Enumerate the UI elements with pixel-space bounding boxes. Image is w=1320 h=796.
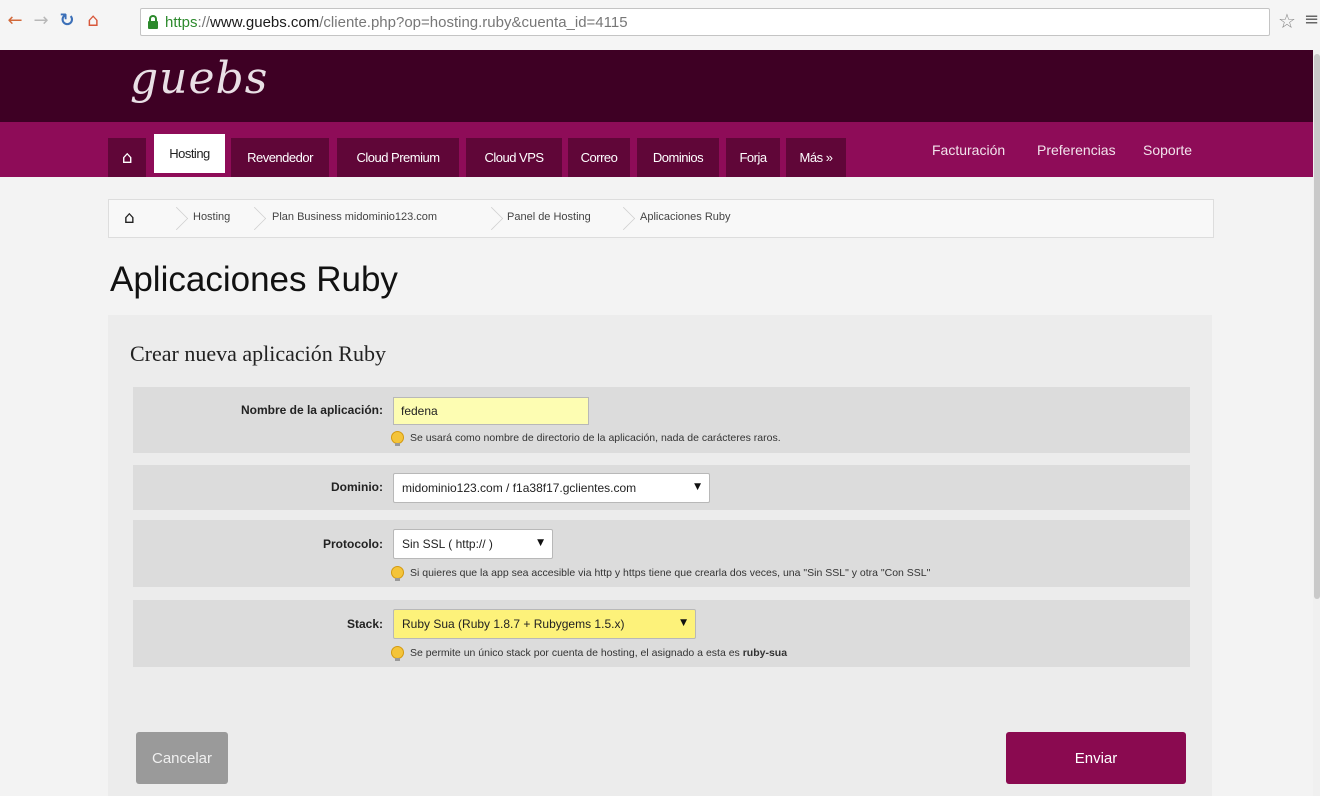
row-app-name: Nombre de la aplicación: fedena Se usará… <box>133 387 1190 453</box>
lightbulb-icon <box>391 646 404 661</box>
nav-soporte[interactable]: Soporte <box>1143 142 1192 158</box>
lightbulb-icon <box>391 566 404 581</box>
row-stack: Stack: Ruby Sua (Ruby 1.8.7 + Rubygems 1… <box>133 600 1190 667</box>
breadcrumb-current: Aplicaciones Ruby <box>640 211 731 223</box>
tab-revendedor[interactable]: Revendedor <box>231 138 329 177</box>
dropdown-arrow-icon: ▼ <box>680 618 687 628</box>
nav-preferencias[interactable]: Preferencias <box>1037 142 1116 158</box>
tab-home[interactable]: ⌂ <box>108 138 146 177</box>
app-name-input[interactable]: fedena <box>393 397 589 425</box>
back-arrow-icon[interactable]: ← <box>4 10 26 32</box>
menu-icon[interactable]: ≡ <box>1304 9 1319 30</box>
stack-hint: Se permite un único stack por cuenta de … <box>391 646 788 661</box>
submit-button[interactable]: Enviar <box>1006 732 1186 784</box>
form-panel: Crear nueva aplicación Ruby Nombre de la… <box>108 315 1212 796</box>
address-bar[interactable]: https://www.guebs.com/cliente.php?op=hos… <box>140 8 1270 36</box>
tab-forja[interactable]: Forja <box>726 138 780 177</box>
protocol-hint: Si quieres que la app sea accesible via … <box>391 566 931 581</box>
breadcrumb-home-icon[interactable]: ⌂ <box>124 208 135 228</box>
url-scheme: https <box>165 13 198 31</box>
home-icon: ⌂ <box>121 147 133 168</box>
dropdown-arrow-icon: ▼ <box>694 482 701 492</box>
bookmark-star-icon[interactable]: ☆ <box>1278 9 1296 33</box>
tab-cloud-premium[interactable]: Cloud Premium <box>337 138 459 177</box>
app-name-hint: Se usará como nombre de directorio de la… <box>391 431 781 446</box>
forward-arrow-icon[interactable]: → <box>30 10 52 32</box>
breadcrumb: ⌂ Hosting Plan Business midominio123.com… <box>108 199 1214 238</box>
home-icon[interactable]: ⌂ <box>82 10 104 32</box>
stack-hint-bold: ruby-sua <box>742 646 788 659</box>
url-host: www.guebs.com <box>210 13 320 31</box>
tab-dominios[interactable]: Dominios <box>637 138 719 177</box>
protocol-label: Protocolo: <box>323 537 383 551</box>
browser-toolbar: ← → ↻ ⌂ https://www.guebs.com/cliente.ph… <box>0 0 1320 50</box>
url-path: /cliente.php?op=hosting.ruby&cuenta_id=4… <box>319 13 628 31</box>
breadcrumb-separator <box>484 200 498 237</box>
breadcrumb-separator <box>247 200 261 237</box>
stack-label: Stack: <box>346 617 383 631</box>
site-header: guebs <box>0 50 1320 122</box>
site-logo[interactable]: guebs <box>130 53 268 104</box>
breadcrumb-hosting[interactable]: Hosting <box>193 211 230 223</box>
url-separator: :// <box>197 13 211 31</box>
stack-select-value: Ruby Sua (Ruby 1.8.7 + Rubygems 1.5.x) <box>402 617 625 631</box>
app-name-label: Nombre de la aplicación: <box>240 403 383 417</box>
domain-select[interactable]: midominio123.com / f1a38f17.gclientes.co… <box>393 473 710 503</box>
page-title: Aplicaciones Ruby <box>110 260 398 299</box>
app-name-hint-text: Se usará como nombre de directorio de la… <box>410 431 781 444</box>
dropdown-arrow-icon: ▼ <box>537 538 544 548</box>
row-domain: Dominio: midominio123.com / f1a38f17.gcl… <box>133 465 1190 510</box>
main-nav: ⌂ Hosting Revendedor Cloud Premium Cloud… <box>0 122 1320 177</box>
protocol-hint-text: Si quieres que la app sea accesible via … <box>410 566 931 579</box>
breadcrumb-panel[interactable]: Panel de Hosting <box>507 211 591 223</box>
stack-select[interactable]: Ruby Sua (Ruby 1.8.7 + Rubygems 1.5.x) ▼ <box>393 609 696 639</box>
lightbulb-icon <box>391 431 404 446</box>
breadcrumb-separator <box>616 200 630 237</box>
row-protocol: Protocolo: Sin SSL ( http:// ) ▼ Si quie… <box>133 520 1190 587</box>
breadcrumb-separator <box>169 200 183 237</box>
cancel-button[interactable]: Cancelar <box>136 732 228 784</box>
stack-hint-text: Se permite un único stack por cuenta de … <box>410 646 740 659</box>
reload-icon[interactable]: ↻ <box>56 10 78 32</box>
nav-facturacion[interactable]: Facturación <box>932 142 1005 158</box>
protocol-select[interactable]: Sin SSL ( http:// ) ▼ <box>393 529 553 559</box>
tab-correo[interactable]: Correo <box>568 138 630 177</box>
form-title: Crear nueva aplicación Ruby <box>130 341 386 366</box>
domain-select-value: midominio123.com / f1a38f17.gclientes.co… <box>402 481 637 495</box>
tab-mas[interactable]: Más » <box>786 138 846 177</box>
breadcrumb-plan[interactable]: Plan Business midominio123.com <box>272 211 437 223</box>
lock-icon <box>147 15 159 29</box>
tab-cloud-vps[interactable]: Cloud VPS <box>466 138 562 177</box>
tab-hosting[interactable]: Hosting <box>154 134 225 173</box>
scrollbar-thumb[interactable] <box>1314 54 1320 599</box>
protocol-select-value: Sin SSL ( http:// ) <box>402 537 493 551</box>
domain-label: Dominio: <box>331 480 383 494</box>
